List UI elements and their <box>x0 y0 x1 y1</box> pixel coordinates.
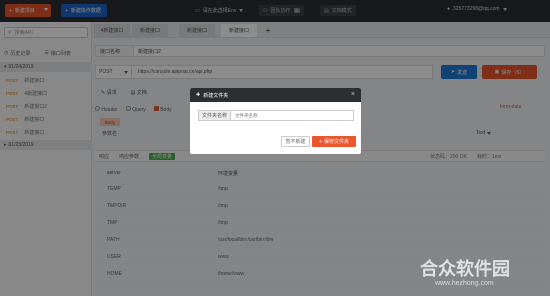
save-folder-label: 保存文件夹 <box>323 139 349 145</box>
folder-name-label: 文件夹名称 <box>199 111 231 120</box>
plus-icon: ✚ <box>196 92 201 98</box>
cancel-button[interactable]: 暂不新建 <box>281 136 310 147</box>
folder-name-row: 文件夹名称 <box>198 110 354 121</box>
new-folder-modal: ✚ 新建文件夹 × 文件夹名称 暂不新建 + 保存文件夹 <box>190 88 361 154</box>
watermark-url: www.hezhong.com <box>435 280 494 287</box>
watermark-title: 合众软件园 <box>420 259 510 279</box>
plus-icon: + <box>319 138 322 145</box>
save-folder-button[interactable]: + 保存文件夹 <box>312 136 356 147</box>
folder-name-input[interactable] <box>231 113 351 118</box>
modal-title: 新建文件夹 <box>203 92 229 99</box>
close-icon[interactable]: × <box>351 91 355 98</box>
modal-header: ✚ 新建文件夹 × <box>190 88 361 102</box>
